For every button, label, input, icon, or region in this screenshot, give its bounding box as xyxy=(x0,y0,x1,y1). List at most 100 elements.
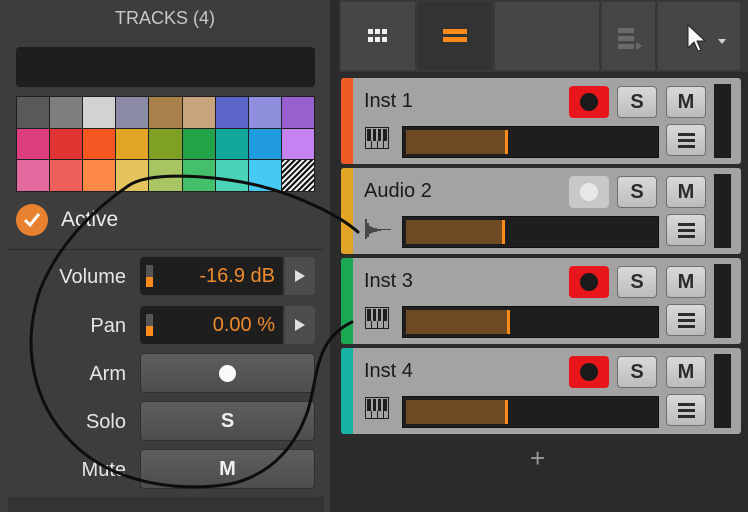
pan-value: 0.00 % xyxy=(212,314,275,336)
piano-keys-icon xyxy=(365,127,389,154)
track-row[interactable]: Audio 2 SM xyxy=(341,168,741,254)
record-dot-icon xyxy=(219,365,236,382)
solo-button[interactable]: S xyxy=(617,356,657,388)
track-menu-button[interactable] xyxy=(666,304,706,336)
color-swatch[interactable] xyxy=(149,160,182,191)
volume-field[interactable]: -16.9 dB xyxy=(140,257,283,295)
pointer-tool-icon xyxy=(687,24,726,52)
volume-meter xyxy=(146,265,153,287)
fader-fill xyxy=(406,220,503,244)
add-track-button[interactable]: + xyxy=(530,445,545,471)
mute-button[interactable]: M xyxy=(140,449,315,489)
record-arm-button[interactable] xyxy=(569,86,609,118)
grid-view-button[interactable] xyxy=(341,2,415,70)
color-swatch[interactable] xyxy=(116,128,149,160)
track-color-stripe xyxy=(341,78,353,164)
vu-meter xyxy=(714,174,731,248)
volume-fader[interactable] xyxy=(402,306,659,338)
list-view-button[interactable] xyxy=(418,2,492,70)
track-menu-button[interactable] xyxy=(666,394,706,426)
track-row[interactable]: Inst 3 SM xyxy=(341,258,741,344)
pan-field[interactable]: 0.00 % xyxy=(140,306,283,344)
record-dot-icon xyxy=(580,183,598,201)
mute-button[interactable]: M xyxy=(666,86,706,118)
color-swatch[interactable] xyxy=(215,128,248,160)
volume-fader[interactable] xyxy=(402,216,659,248)
record-arm-button[interactable] xyxy=(569,176,609,208)
mute-label: Mute xyxy=(81,459,126,481)
solo-button[interactable]: S xyxy=(617,176,657,208)
color-swatch[interactable] xyxy=(116,97,149,128)
color-swatch[interactable] xyxy=(50,160,83,191)
track-name: Inst 3 xyxy=(364,270,413,292)
pointer-tool-button[interactable] xyxy=(658,2,740,70)
color-swatch[interactable] xyxy=(215,160,248,191)
track-color-stripe xyxy=(341,348,353,434)
solo-label: Solo xyxy=(85,411,126,433)
menu-icon xyxy=(678,223,695,226)
solo-button[interactable]: S xyxy=(617,266,657,298)
color-swatch[interactable] xyxy=(248,128,281,160)
track-name-field[interactable] xyxy=(16,47,315,87)
track-menu-button[interactable] xyxy=(666,214,706,246)
color-swatch[interactable] xyxy=(83,97,116,128)
menu-icon xyxy=(678,133,695,136)
color-swatch[interactable] xyxy=(215,97,248,128)
fader-handle[interactable] xyxy=(505,400,508,424)
inspector-footer xyxy=(8,497,324,512)
solo-button[interactable]: S xyxy=(617,86,657,118)
volume-fader[interactable] xyxy=(402,396,659,428)
arm-button[interactable] xyxy=(140,353,315,393)
checkmark-icon xyxy=(23,213,41,228)
volume-meter-fill xyxy=(146,277,153,287)
color-swatch[interactable] xyxy=(248,97,281,128)
active-checkbox[interactable] xyxy=(16,204,48,236)
track-color-stripe xyxy=(341,168,353,254)
track-menu-button[interactable] xyxy=(666,124,706,156)
color-swatch[interactable] xyxy=(182,128,215,160)
mute-button[interactable]: M xyxy=(666,356,706,388)
grid-view-icon xyxy=(368,29,387,42)
waveform-icon xyxy=(365,217,393,246)
color-swatch[interactable] xyxy=(17,160,50,191)
clip-launcher-button[interactable] xyxy=(602,2,655,70)
mute-button[interactable]: M xyxy=(666,266,706,298)
color-swatch[interactable] xyxy=(281,160,314,191)
pan-meter-fill xyxy=(146,326,153,336)
volume-fader[interactable] xyxy=(402,126,659,158)
color-swatch[interactable] xyxy=(83,160,116,191)
divider xyxy=(8,249,324,250)
fader-handle[interactable] xyxy=(505,130,508,154)
color-swatch[interactable] xyxy=(17,97,50,128)
color-swatch[interactable] xyxy=(281,97,314,128)
solo-button[interactable]: S xyxy=(140,401,315,441)
record-arm-button[interactable] xyxy=(569,356,609,388)
track-row[interactable]: Inst 1 SM xyxy=(341,78,741,164)
piano-keys-icon xyxy=(365,307,389,334)
volume-expand-button[interactable] xyxy=(285,257,315,295)
color-swatch[interactable] xyxy=(83,128,116,160)
color-swatch[interactable] xyxy=(116,160,149,191)
color-swatch[interactable] xyxy=(149,128,182,160)
pan-label: Pan xyxy=(90,315,126,337)
color-swatch[interactable] xyxy=(50,128,83,160)
color-swatch[interactable] xyxy=(281,128,314,160)
color-swatch[interactable] xyxy=(50,97,83,128)
record-arm-button[interactable] xyxy=(569,266,609,298)
track-row[interactable]: Inst 4 SM xyxy=(341,348,741,434)
volume-value: -16.9 dB xyxy=(199,265,275,287)
active-label: Active xyxy=(61,208,119,231)
fader-handle[interactable] xyxy=(507,310,510,334)
color-swatch[interactable] xyxy=(248,160,281,191)
color-swatch[interactable] xyxy=(149,97,182,128)
color-swatch[interactable] xyxy=(182,160,215,191)
mute-button[interactable]: M xyxy=(666,176,706,208)
color-swatch[interactable] xyxy=(182,97,215,128)
fader-handle[interactable] xyxy=(502,220,505,244)
track-name: Inst 1 xyxy=(364,90,413,112)
fader-fill xyxy=(406,400,506,424)
clip-launcher-icon xyxy=(618,28,642,50)
color-palette xyxy=(16,96,315,192)
color-swatch[interactable] xyxy=(17,128,50,160)
pan-expand-button[interactable] xyxy=(285,306,315,344)
